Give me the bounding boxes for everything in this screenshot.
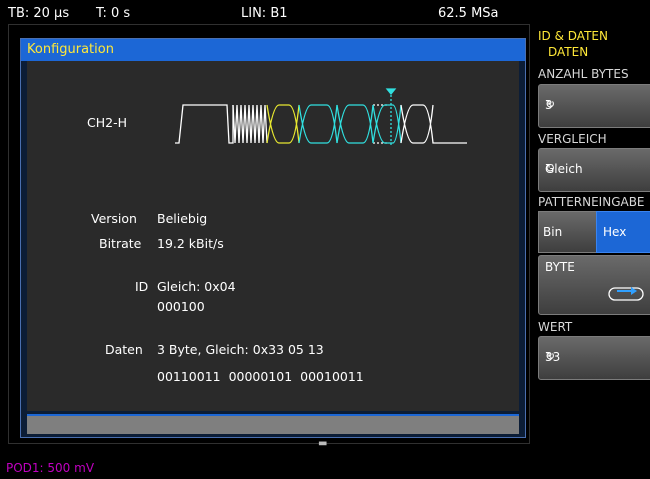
id-value: Gleich: 0x04 xyxy=(157,279,236,294)
hex-toggle[interactable]: Hex xyxy=(596,211,650,253)
dialog-body: CH2-H Version Beliebig Bitrate 19.2 kBit… xyxy=(27,61,519,411)
bin-toggle[interactable]: Bin xyxy=(538,211,598,253)
data-label: Daten xyxy=(105,342,143,357)
anzahl-bytes-label: ANZAHL BYTES xyxy=(538,67,629,81)
rotary-knob-icon: ↻ xyxy=(545,97,556,111)
wert-label: WERT xyxy=(538,320,573,334)
sample-rate-readout: 62.5 MSa xyxy=(438,6,499,21)
id-binary: 000100 xyxy=(157,299,205,314)
bottom-marker: ▬ xyxy=(318,438,328,449)
byte-button[interactable]: BYTE xyxy=(538,255,650,315)
softmenu: ID & DATEN DATEN ANZAHL BYTES 3 ↻ VERGLE… xyxy=(534,0,650,479)
configuration-dialog: Konfiguration CH2-H Version Beliebig Bit… xyxy=(20,38,526,438)
id-label: ID xyxy=(135,279,149,294)
rotary-knob-icon: ↻ xyxy=(545,349,556,363)
byte-label: BYTE xyxy=(545,260,575,274)
trigger-source-readout: LIN: B1 xyxy=(241,6,288,21)
data-binary: 00110011 00000101 00010011 xyxy=(157,369,364,384)
dialog-header: Konfiguration xyxy=(21,39,525,61)
bitrate-value: 19.2 kBit/s xyxy=(157,236,224,251)
wert-button[interactable]: 33 ↻ xyxy=(538,336,650,380)
dialog-footer xyxy=(27,414,519,434)
softmenu-subtitle: DATEN xyxy=(548,45,589,59)
vergleich-button[interactable]: Gleich ↻ xyxy=(538,148,650,192)
dialog-title: Konfiguration xyxy=(27,42,114,57)
hex-label: Hex xyxy=(603,225,627,239)
bin-label: Bin xyxy=(543,225,563,239)
patterneingabe-label: PATTERNEINGABE xyxy=(538,195,645,209)
rotary-knob-icon: ↻ xyxy=(545,161,556,175)
pod-status: POD1: 500 mV xyxy=(6,461,95,475)
version-value: Beliebig xyxy=(157,211,208,226)
version-label: Version xyxy=(91,211,137,226)
softmenu-title: ID & DATEN xyxy=(538,29,608,43)
anzahl-bytes-button[interactable]: 3 ↻ xyxy=(538,84,650,128)
data-value: 3 Byte, Gleich: 0x33 05 13 xyxy=(157,342,324,357)
trigger-time-readout: T: 0 s xyxy=(96,6,131,21)
bitrate-label: Bitrate xyxy=(99,236,142,251)
vergleich-label: VERGLEICH xyxy=(538,132,607,146)
cycle-arrow-icon xyxy=(608,287,644,301)
lin-waveform xyxy=(175,88,467,147)
timebase-readout: TB: 20 µs xyxy=(8,6,70,21)
